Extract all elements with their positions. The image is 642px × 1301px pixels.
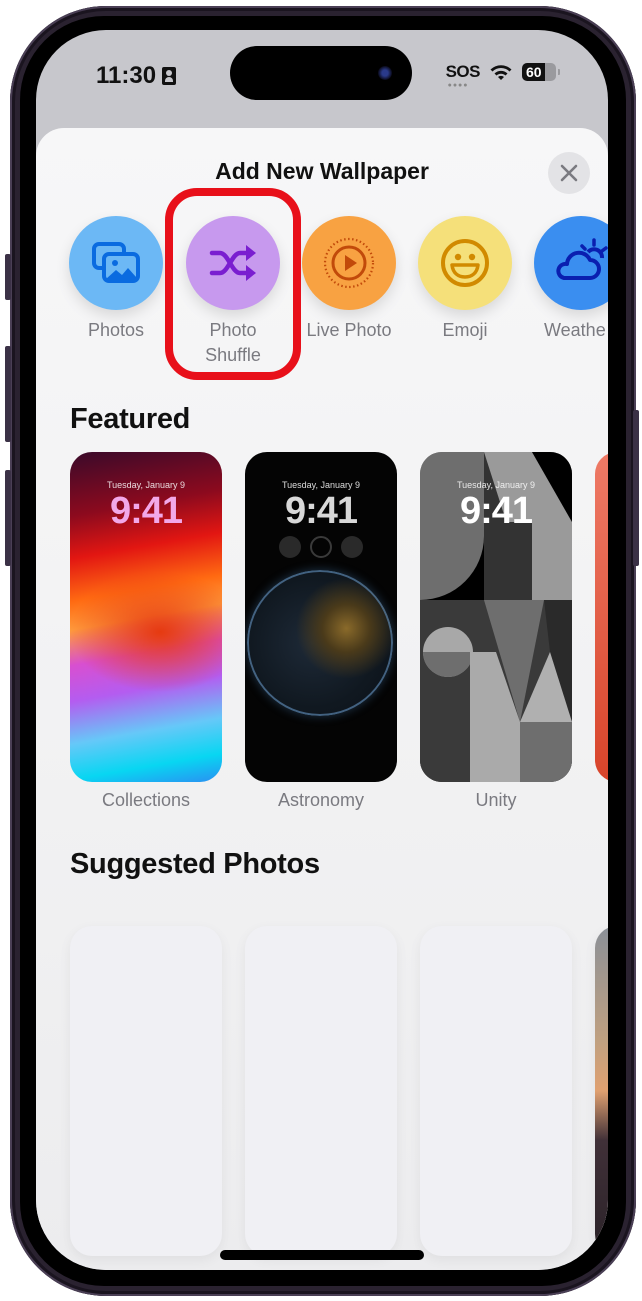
suggested-photo-placeholder[interactable] [420,926,572,1256]
card-time: 9:41 [109,490,183,532]
weather-circle [534,216,608,310]
power-button [633,410,639,566]
card-date: Tuesday, January 9 [281,480,361,490]
suggested-photo-placeholder[interactable] [70,926,222,1256]
focus-person-icon [162,67,177,85]
emoji-circle [418,216,512,310]
widget-icon [310,536,332,558]
widget-icon [279,536,301,558]
type-label: Emoji [442,320,488,340]
featured-title: Featured [70,403,191,435]
wifi-icon [490,65,512,80]
suggested-photo-placeholder[interactable] [245,926,397,1256]
card-date: Tuesday, January 9 [456,480,536,490]
widget-icon [341,536,363,558]
wallpaper-types-row: Photos Photo Shuffle Live Photo Emoji We… [36,188,608,380]
card-time: 9:41 [284,490,358,532]
type-label: Weathe [544,320,606,340]
type-weather[interactable]: Weathe [526,216,608,343]
card-label: Collections [101,790,191,810]
featured-card-partial[interactable] [595,452,608,782]
card-date: Tuesday, January 9 [106,480,186,490]
add-wallpaper-sheet: Add New Wallpaper Photos Photo Shuffle L… [36,128,608,1270]
photos-icon [92,242,140,283]
suggested-photos-title: Suggested Photos [70,848,320,880]
type-live-photo[interactable]: Live Photo [294,216,404,343]
status-bar: 11:30 SOS ●●●● 60 [36,30,608,120]
card-label: Astronomy [277,790,365,810]
carrier-sos: SOS ●●●● [445,62,481,89]
type-label: Photos [87,320,145,340]
sos-text: SOS [445,62,481,81]
type-emoji[interactable]: Emoji [410,216,520,343]
featured-card-astronomy[interactable]: Tuesday, January 9 9:41 [245,452,397,782]
featured-card-collections[interactable]: Tuesday, January 9 9:41 [70,452,222,782]
live-photo-icon [323,237,375,289]
photos-circle [69,216,163,310]
camera-icon [378,66,392,80]
live-photo-circle [302,216,396,310]
battery-level: 60 [526,64,542,80]
featured-card-unity[interactable]: Tuesday, January 9 9:41 [420,452,572,782]
type-photos[interactable]: Photos [61,216,171,343]
weather-icon [556,238,608,280]
battery-icon: 60 [522,63,560,81]
sheet-title: Add New Wallpaper [215,158,429,184]
card-time: 9:41 [459,490,533,532]
close-icon [560,164,578,182]
photo-shuffle-highlight-annotation [165,188,301,380]
status-right: SOS ●●●● 60 [445,62,560,89]
card-label: Unity [475,790,517,810]
action-button [5,254,11,300]
screen: 11:30 SOS ●●●● 60 Add New Wallpaper Phot… [36,30,608,1270]
home-indicator[interactable] [220,1250,424,1260]
emoji-icon [441,239,489,287]
volume-down-button [5,470,11,566]
status-time: 11:30 [96,62,177,90]
volume-up-button [5,346,11,442]
type-label: Live Photo [306,320,392,340]
close-button[interactable] [548,152,590,194]
time-text: 11:30 [96,62,157,89]
dynamic-island [230,46,412,100]
suggested-photo-partial[interactable] [595,926,608,1256]
signal-dots-icon: ●●●● [447,82,469,89]
earth-image [247,570,393,716]
